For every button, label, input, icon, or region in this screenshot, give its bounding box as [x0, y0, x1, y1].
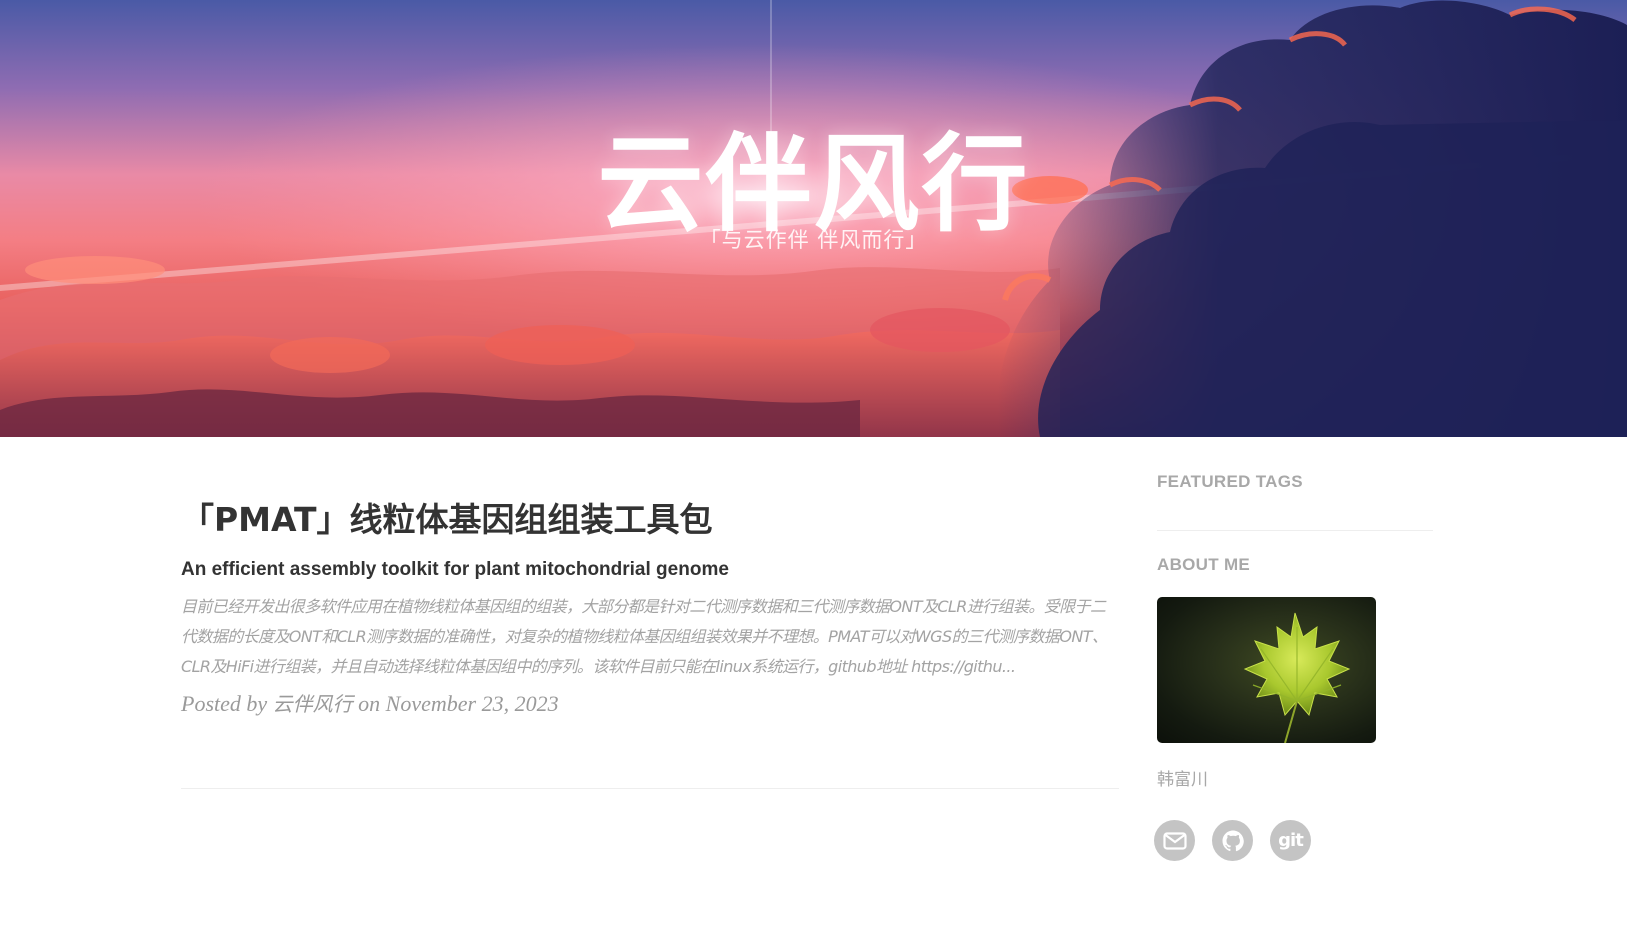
post-divider [181, 788, 1119, 789]
post-title-link[interactable]: 「PMAT」线粒体基因组组装工具包 [181, 495, 1119, 545]
git-link[interactable]: git [1270, 820, 1311, 861]
hero-banner: 云伴风行 「与云作伴 伴风而行」 [0, 0, 1627, 437]
post-meta: Posted by 云伴风行 on November 23, 2023 [181, 688, 1119, 720]
social-links: git [1154, 820, 1433, 861]
post-meta-prefix: Posted by [181, 691, 268, 716]
github-icon [1222, 830, 1244, 851]
envelope-icon [1162, 831, 1187, 850]
email-link[interactable] [1154, 820, 1195, 861]
featured-tags-heading: FEATURED TAGS [1157, 472, 1303, 491]
site-tagline: 「与云作伴 伴风而行」 [699, 228, 928, 252]
sidebar: FEATURED TAGS ABOUT ME 韩富川 git [1154, 470, 1433, 861]
post-author: 云伴风行 [272, 692, 353, 716]
sidebar-divider [1157, 530, 1433, 531]
git-icon: git [1278, 830, 1304, 851]
post-preview: 「PMAT」线粒体基因组组装工具包 An efficient assembly … [181, 495, 1119, 720]
post-meta-on: on [358, 691, 381, 716]
maple-leaf-image [1243, 612, 1351, 743]
about-me-heading: ABOUT ME [1157, 555, 1251, 574]
post-excerpt: 目前已经开发出很多软件应用在植物线粒体基因组的组装，大部分都是针对二代测序数据和… [181, 597, 1108, 676]
post-subtitle-link[interactable]: An efficient assembly toolkit for plant … [181, 557, 1119, 583]
avatar [1157, 597, 1376, 743]
github-link[interactable] [1212, 820, 1253, 861]
post-date: November 23, 2023 [385, 691, 559, 716]
author-name: 韩富川 [1157, 770, 1208, 790]
